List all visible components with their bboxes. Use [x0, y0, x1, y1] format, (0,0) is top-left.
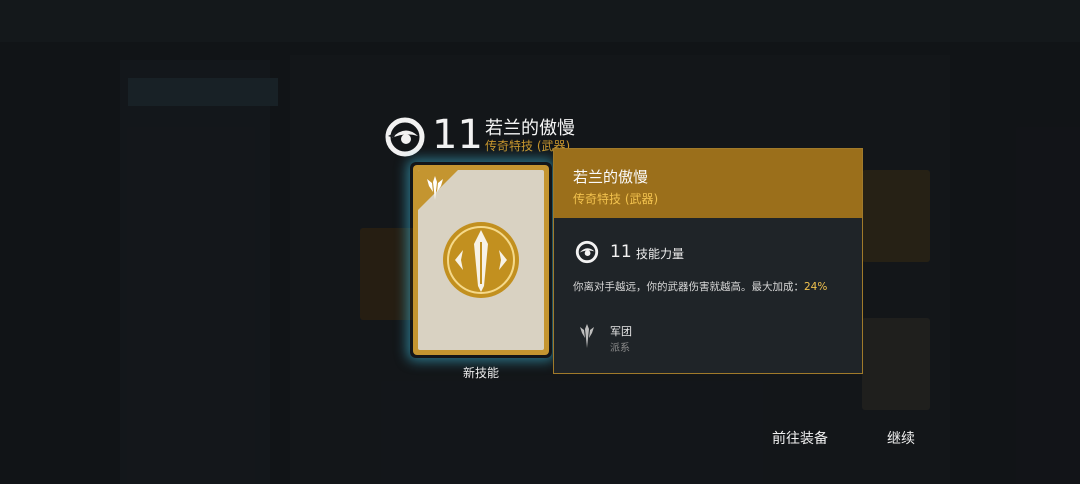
go-equip-button[interactable]: 前往装备 [772, 428, 828, 448]
legion-faction-icon [580, 324, 594, 348]
power-level: 11 [610, 242, 632, 262]
description-text: 你离对手越远，你的武器伤害就越高。最大加成： [573, 281, 804, 293]
tooltip-subtitle: 传奇特技 (武器) [573, 192, 659, 206]
tooltip-header: 若兰的傲慢 传奇特技 (武器) [554, 149, 862, 218]
continue-button[interactable]: 继续 [887, 428, 915, 448]
power-label: 技能力量 [636, 247, 685, 261]
legion-emblem-icon [427, 176, 443, 200]
card-face [418, 170, 544, 350]
skill-card[interactable] [413, 165, 549, 355]
skill-description: 你离对手越远，你的武器伤害就越高。最大加成：24% [573, 280, 835, 295]
skill-level: 11 [432, 112, 483, 158]
skill-name: 若兰的傲慢 [485, 118, 575, 139]
faction-label: 派系 [610, 343, 630, 354]
blade-emblem-icon [443, 222, 519, 298]
description-value: 24% [804, 281, 828, 293]
tooltip-title: 若兰的傲慢 [573, 168, 649, 186]
skill-power-icon [575, 240, 599, 264]
skill-power-icon [385, 117, 425, 157]
faction-name: 军团 [610, 325, 632, 338]
skill-tooltip: 若兰的傲慢 传奇特技 (武器) 11 技能力量 你离对手越远，你的武器伤害就越高… [553, 148, 863, 374]
card-caption: 新技能 [462, 366, 499, 380]
